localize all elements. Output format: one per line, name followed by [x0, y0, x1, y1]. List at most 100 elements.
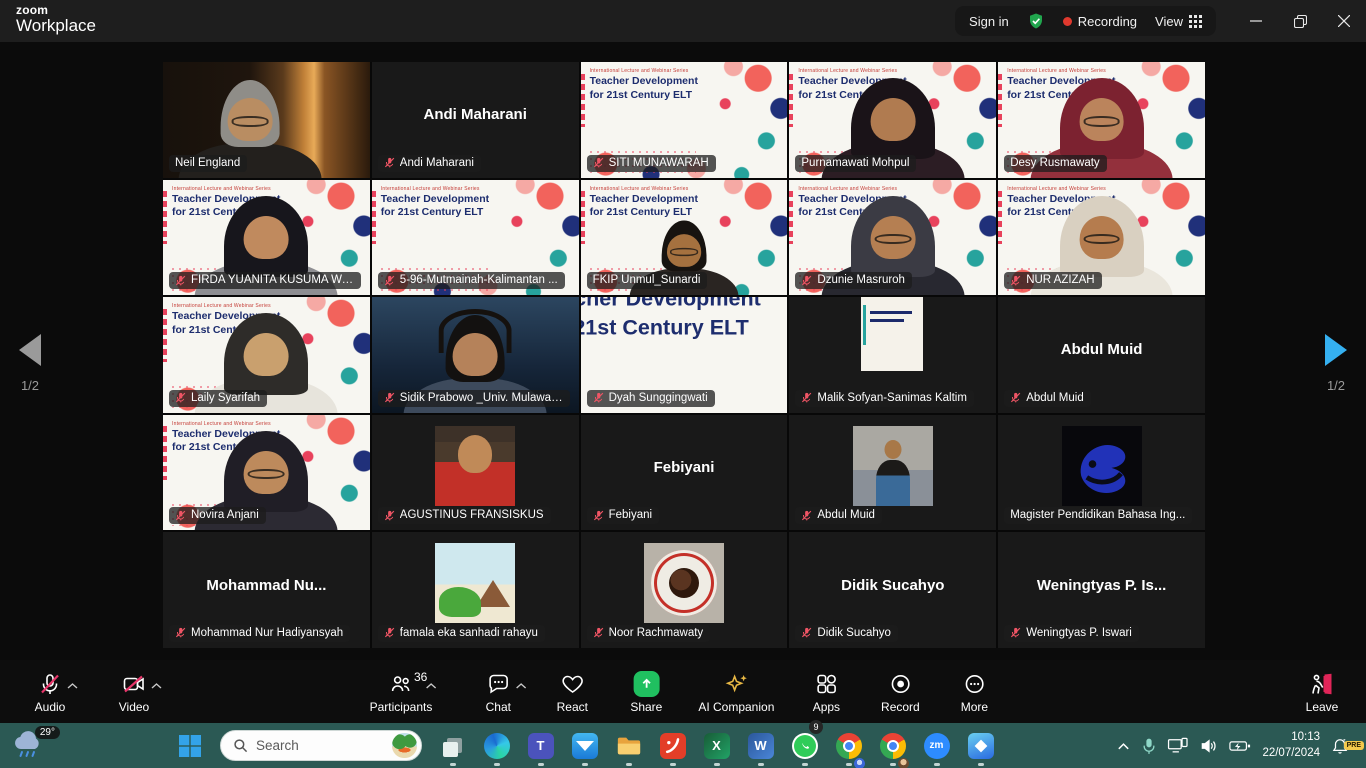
ai-companion-button[interactable]: AI Companion: [698, 670, 774, 714]
participant-tile-weningtyas-p-iswari[interactable]: Weningtyas P. Is...Weningtyas P. Iswari: [998, 532, 1205, 648]
view-button[interactable]: View: [1155, 14, 1202, 29]
more-button[interactable]: More: [952, 670, 996, 714]
audio-label: Audio: [35, 700, 66, 714]
tray-microphone-icon[interactable]: [1142, 737, 1156, 755]
whatsapp-badge: 9: [809, 720, 823, 734]
muted-mic-icon: [593, 510, 604, 521]
tray-volume-icon[interactable]: [1200, 738, 1218, 754]
participant-tile-nur-azizah[interactable]: International Lecture and Webinar Series…: [998, 180, 1205, 296]
share-button[interactable]: Share: [624, 670, 668, 714]
react-button[interactable]: React: [550, 670, 594, 714]
slide-side-strip: [581, 191, 585, 244]
participant-tile-purnamawati-mohpul[interactable]: International Lecture and Webinar Series…: [789, 62, 996, 178]
audio-button[interactable]: Audio: [28, 670, 72, 714]
previous-page-button[interactable]: 1/2: [8, 334, 52, 393]
apps-button[interactable]: Apps: [804, 670, 848, 714]
record-button[interactable]: Record: [878, 670, 922, 714]
slide-side-strip: [163, 309, 167, 362]
participant-tile-malik-sofyan-sanimas-kaltim[interactable]: Malik Sofyan-Sanimas Kaltim: [789, 297, 996, 413]
slide-kicker-text: International Lecture and Webinar Series: [798, 68, 897, 74]
participant-name-label: Noor Rachmawaty: [587, 625, 711, 642]
chat-options-chevron[interactable]: [515, 678, 526, 692]
pdf-app[interactable]: [659, 723, 686, 768]
participant-tile-abdul-muid[interactable]: Abdul Muid: [789, 415, 996, 531]
participant-tile-andi-maharani[interactable]: Andi MaharaniAndi Maharani: [372, 62, 579, 178]
photos-icon: [968, 733, 994, 759]
video-options-chevron[interactable]: [151, 678, 162, 692]
participant-tile-sidik-prabowo-univ-mulawar[interactable]: Sidik Prabowo _Univ. Mulawar...: [372, 297, 579, 413]
participant-name-label: NUR AZIZAH: [1004, 272, 1101, 289]
security-shield-icon[interactable]: [1027, 12, 1045, 30]
participant-name-label: Dzunie Masruroh: [795, 272, 912, 289]
close-icon: [1338, 15, 1350, 27]
excel-app[interactable]: X: [703, 723, 730, 768]
mail-app[interactable]: [571, 723, 598, 768]
taskbar-search[interactable]: Search: [220, 730, 422, 761]
tray-display-cast-icon[interactable]: [1167, 737, 1189, 755]
participant-tile-agustinus-fransiskus[interactable]: AGUSTINUS FRANSISKUS: [372, 415, 579, 531]
record-icon: [888, 672, 912, 696]
chat-button[interactable]: Chat: [476, 670, 520, 714]
taskbar-weather-widget[interactable]: 29°: [10, 729, 54, 763]
tray-battery-icon[interactable]: [1229, 739, 1251, 753]
participant-tile-febiyani[interactable]: FebiyaniFebiyani: [581, 415, 788, 531]
participant-tile-5-96-mutmainah-kalimantan[interactable]: International Lecture and Webinar Series…: [372, 180, 579, 296]
participant-tile-novira-anjani[interactable]: International Lecture and Webinar Series…: [163, 415, 370, 531]
participant-avatar-coffee: [644, 543, 724, 623]
ai-companion-label: AI Companion: [698, 700, 774, 714]
whatsapp-app[interactable]: 9: [791, 723, 818, 768]
participants-options-chevron[interactable]: [426, 678, 437, 692]
participant-tile-fkip-unmul-sunardi[interactable]: International Lecture and Webinar Series…: [581, 180, 788, 296]
program-logo-swirl: [1064, 428, 1140, 504]
windows-taskbar: 29° Search T X W 9 zm: [0, 723, 1366, 768]
zoom-app[interactable]: zm: [923, 723, 950, 768]
participant-tile-desy-rusmawaty[interactable]: International Lecture and Webinar Series…: [998, 62, 1205, 178]
participants-button[interactable]: 36 Participants: [370, 670, 447, 714]
search-daily-image[interactable]: [392, 733, 417, 758]
start-button[interactable]: [176, 723, 203, 768]
restore-button[interactable]: [1278, 0, 1322, 42]
participant-tile-didik-sucahyo[interactable]: Didik SucahyoDidik Sucahyo: [789, 532, 996, 648]
file-explorer-app[interactable]: [615, 723, 642, 768]
participant-tile-laily-syarifah[interactable]: International Lecture and Webinar Series…: [163, 297, 370, 413]
participant-name-label: FIRDA YUANITA KUSUMA WA...: [169, 272, 361, 289]
share-label: Share: [630, 700, 662, 714]
sign-in-button[interactable]: Sign in: [969, 14, 1009, 29]
participant-tile-dyah-sunggingwati[interactable]: International Lecture and Webinar Series…: [581, 297, 788, 413]
participant-tile-noor-rachmawaty[interactable]: Noor Rachmawaty: [581, 532, 788, 648]
edge-app[interactable]: [483, 723, 510, 768]
leave-button[interactable]: Leave: [1300, 670, 1344, 714]
chrome-profile2-app[interactable]: [879, 723, 906, 768]
slide-kicker-text: International Lecture and Webinar Series: [172, 303, 271, 309]
participant-tile-neil-england[interactable]: Neil England: [163, 62, 370, 178]
muted-mic-icon: [801, 275, 812, 286]
heart-react-icon: [560, 672, 584, 696]
chrome-profile1-app[interactable]: [835, 723, 862, 768]
leave-label: Leave: [1306, 700, 1339, 714]
participant-name-label: Weningtyas P. Iswari: [1004, 625, 1139, 642]
close-button[interactable]: [1322, 0, 1366, 42]
video-button[interactable]: Video: [112, 670, 156, 714]
audio-options-chevron[interactable]: [67, 678, 78, 692]
muted-mic-icon: [1010, 392, 1021, 403]
task-view-button[interactable]: [439, 723, 466, 768]
next-page-button[interactable]: 1/2: [1314, 334, 1358, 393]
word-app[interactable]: W: [747, 723, 774, 768]
participant-name-label: Desy Rusmawaty: [1004, 155, 1106, 172]
photos-app[interactable]: [967, 723, 994, 768]
teams-app[interactable]: T: [527, 723, 554, 768]
participant-tile-abdul-muid[interactable]: Abdul MuidAbdul Muid: [998, 297, 1205, 413]
minimize-button[interactable]: [1234, 0, 1278, 42]
participant-tile-firda-yuanita-kusuma-wa[interactable]: International Lecture and Webinar Series…: [163, 180, 370, 296]
edge-icon: [484, 733, 510, 759]
participant-tile-siti-munawarah[interactable]: International Lecture and Webinar Series…: [581, 62, 788, 178]
recording-indicator: Recording: [1063, 14, 1137, 29]
participant-tile-mohammad-nur-hadiyansyah[interactable]: Mohammad Nu...Mohammad Nur Hadiyansyah: [163, 532, 370, 648]
taskbar-clock[interactable]: 10:13 22/07/2024: [1262, 730, 1320, 761]
tray-hidden-icons-chevron[interactable]: [1116, 741, 1131, 751]
participant-tile-magister-pendidikan-bahasa-ing[interactable]: Magister Pendidikan Bahasa Ing...: [998, 415, 1205, 531]
participant-tile-dzunie-masruroh[interactable]: International Lecture and Webinar Series…: [789, 180, 996, 296]
slide-kicker-text: International Lecture and Webinar Series: [798, 186, 897, 192]
participant-tile-famala-eka-sanhadi-rahayu[interactable]: famala eka sanhadi rahayu: [372, 532, 579, 648]
slide-kicker-text: International Lecture and Webinar Series: [1007, 186, 1106, 192]
